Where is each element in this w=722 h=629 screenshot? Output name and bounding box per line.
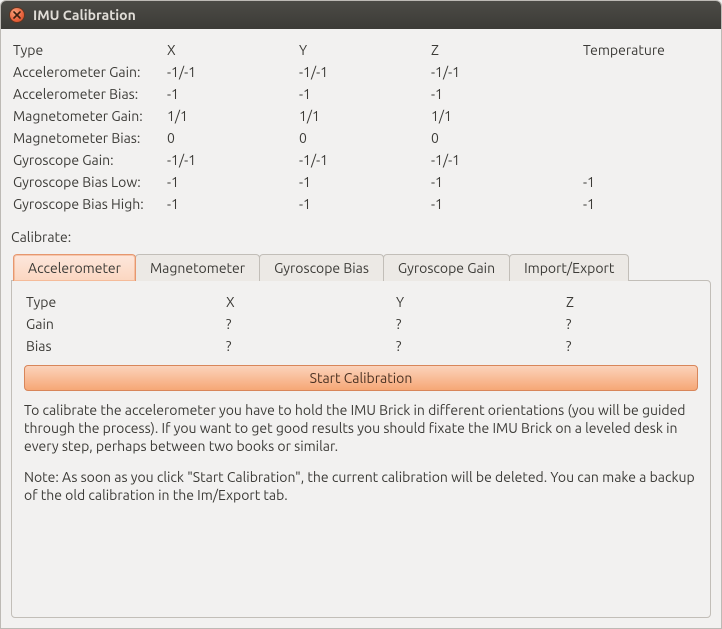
tab-gyroscope-bias[interactable]: Gyroscope Bias: [259, 254, 384, 281]
row-gyro-gain-label: Gyroscope Gain:: [11, 149, 165, 171]
row-acc-bias-label: Accelerometer Bias:: [11, 83, 165, 105]
row-mag-gain-t: [581, 105, 711, 127]
row-gyro-hi-y: -1: [297, 193, 429, 215]
col-z: Z: [429, 39, 581, 61]
row-acc-bias-t: [581, 83, 711, 105]
calibrate-label: Calibrate:: [11, 229, 711, 245]
tab-accelerometer[interactable]: Accelerometer: [13, 254, 136, 281]
row-mag-gain-y: 1/1: [297, 105, 429, 127]
description-p2: Note: As soon as you click "Start Calibr…: [24, 468, 698, 504]
col-temp: Temperature: [581, 39, 711, 61]
tab-import-export[interactable]: Import/Export: [509, 254, 629, 281]
row-acc-gain-label: Accelerometer Gain:: [11, 61, 165, 83]
row-gyro-gain-z: -1/-1: [429, 149, 581, 171]
row-acc-bias-x: -1: [165, 83, 297, 105]
window: IMU Calibration Type X Y Z Temperature A…: [0, 0, 722, 629]
row-mag-bias-y: 0: [297, 127, 429, 149]
row-gyro-gain-t: [581, 149, 711, 171]
row-gyro-hi-label: Gyroscope Bias High:: [11, 193, 165, 215]
row-mag-gain-z: 1/1: [429, 105, 581, 127]
row-acc-gain-z: -1/-1: [429, 61, 581, 83]
inner-col-x: X: [224, 291, 394, 313]
tab-panel-accelerometer: Type X Y Z Gain ? ? ? Bias ? ? ? Start C…: [11, 280, 711, 618]
row-gyro-lo-label: Gyroscope Bias Low:: [11, 171, 165, 193]
row-mag-bias-label: Magnetometer Bias:: [11, 127, 165, 149]
start-calibration-button[interactable]: Start Calibration: [24, 365, 698, 391]
row-acc-bias-z: -1: [429, 83, 581, 105]
window-title: IMU Calibration: [33, 7, 136, 23]
row-mag-gain-x: 1/1: [165, 105, 297, 127]
inner-gain-x: ?: [224, 313, 394, 335]
inner-col-type: Type: [24, 291, 224, 313]
row-gyro-lo-z: -1: [429, 171, 581, 193]
row-gyro-hi-z: -1: [429, 193, 581, 215]
row-acc-gain-y: -1/-1: [297, 61, 429, 83]
content-area: Type X Y Z Temperature Accelerometer Gai…: [1, 29, 721, 628]
close-button[interactable]: [9, 7, 25, 23]
row-acc-bias-y: -1: [297, 83, 429, 105]
titlebar: IMU Calibration: [1, 1, 721, 29]
col-type: Type: [11, 39, 165, 61]
inner-gain-z: ?: [564, 313, 698, 335]
row-gyro-lo-t: -1: [581, 171, 711, 193]
row-mag-bias-x: 0: [165, 127, 297, 149]
tab-bar: Accelerometer Magnetometer Gyroscope Bia…: [11, 253, 711, 280]
calibration-summary-table: Type X Y Z Temperature Accelerometer Gai…: [11, 39, 711, 215]
tab-gyroscope-gain[interactable]: Gyroscope Gain: [383, 254, 510, 281]
row-gyro-gain-x: -1/-1: [165, 149, 297, 171]
inner-bias-label: Bias: [24, 335, 224, 357]
tab-magnetometer[interactable]: Magnetometer: [135, 254, 260, 281]
row-mag-bias-z: 0: [429, 127, 581, 149]
description-p1: To calibrate the accelerometer you have …: [24, 401, 698, 456]
close-icon: [13, 11, 21, 19]
row-gyro-lo-x: -1: [165, 171, 297, 193]
row-acc-gain-t: [581, 61, 711, 83]
inner-gain-label: Gain: [24, 313, 224, 335]
accel-inner-table: Type X Y Z Gain ? ? ? Bias ? ? ?: [24, 291, 698, 357]
description-text: To calibrate the accelerometer you have …: [24, 401, 698, 516]
inner-gain-y: ?: [394, 313, 564, 335]
row-gyro-hi-x: -1: [165, 193, 297, 215]
inner-col-y: Y: [394, 291, 564, 313]
row-gyro-lo-y: -1: [297, 171, 429, 193]
col-x: X: [165, 39, 297, 61]
inner-bias-y: ?: [394, 335, 564, 357]
row-mag-bias-t: [581, 127, 711, 149]
row-acc-gain-x: -1/-1: [165, 61, 297, 83]
inner-bias-x: ?: [224, 335, 394, 357]
row-mag-gain-label: Magnetometer Gain:: [11, 105, 165, 127]
col-y: Y: [297, 39, 429, 61]
row-gyro-hi-t: -1: [581, 193, 711, 215]
inner-bias-z: ?: [564, 335, 698, 357]
row-gyro-gain-y: -1/-1: [297, 149, 429, 171]
inner-col-z: Z: [564, 291, 698, 313]
